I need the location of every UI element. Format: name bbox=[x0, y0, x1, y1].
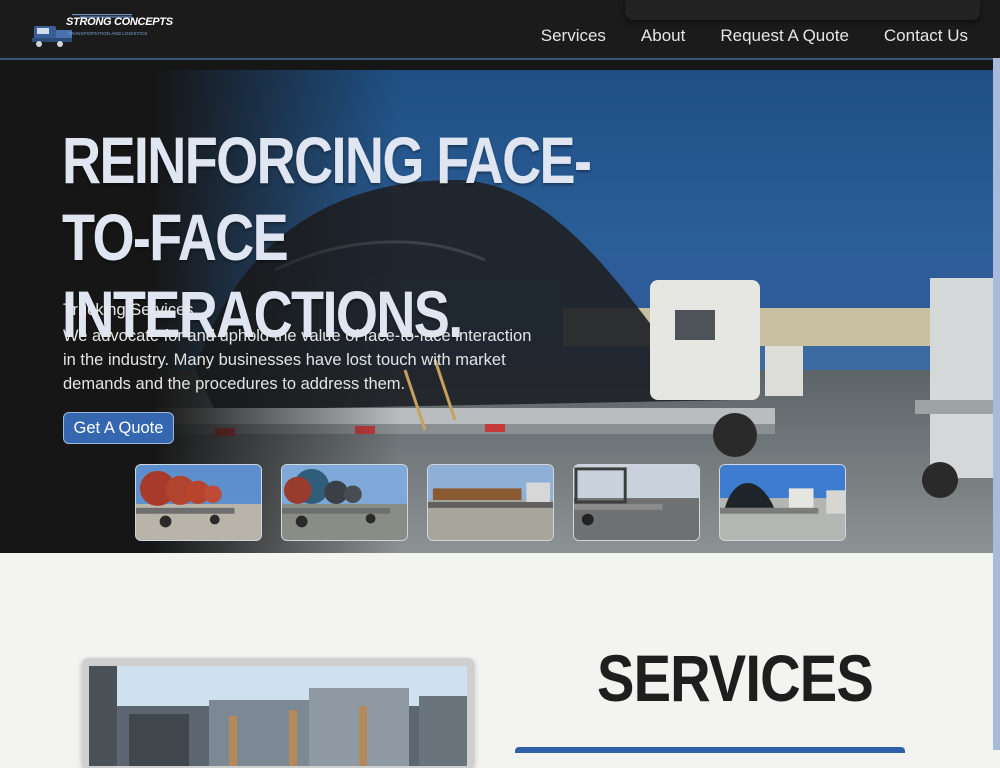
logo-wordmark: STRONG CONCEPTS bbox=[66, 16, 173, 28]
gallery-thumb-flatbed[interactable] bbox=[573, 464, 700, 541]
page-scrollbar[interactable] bbox=[993, 58, 1000, 750]
hero-subtitle: Trucking Services. bbox=[63, 301, 199, 319]
main-nav: Services About Request A Quote Contact U… bbox=[541, 26, 968, 46]
nav-about[interactable]: About bbox=[641, 26, 685, 46]
services-heading: SERVICES bbox=[597, 641, 874, 715]
gallery-thumb-cable-spools-1[interactable] bbox=[135, 464, 262, 541]
steel-pipes-photo bbox=[89, 666, 467, 766]
gallery-thumb-cable-spools-2[interactable] bbox=[281, 464, 408, 541]
hero-section: REINFORCING FACE-TO-FACE INTERACTIONS. T… bbox=[0, 60, 993, 553]
services-card-top bbox=[515, 747, 905, 753]
photo-gallery bbox=[135, 464, 846, 541]
gallery-thumb-tarped-load[interactable] bbox=[719, 464, 846, 541]
contact-info-bar bbox=[625, 0, 980, 20]
hero-description: We advocate for and uphold the value of … bbox=[63, 327, 532, 393]
nav-contact-us[interactable]: Contact Us bbox=[884, 26, 968, 46]
site-logo[interactable]: STRONG CONCEPTS TRANSPORTATION AND LOGIS… bbox=[32, 14, 173, 50]
gallery-thumb-lumber-load[interactable] bbox=[427, 464, 554, 541]
nav-services[interactable]: Services bbox=[541, 26, 606, 46]
get-quote-button[interactable]: Get A Quote bbox=[63, 412, 174, 444]
nav-request-quote[interactable]: Request A Quote bbox=[720, 26, 849, 46]
services-image-card bbox=[82, 658, 474, 768]
site-header: STRONG CONCEPTS TRANSPORTATION AND LOGIS… bbox=[0, 0, 1000, 60]
logo-tagline: TRANSPORTATION AND LOGISTICS bbox=[68, 31, 148, 36]
